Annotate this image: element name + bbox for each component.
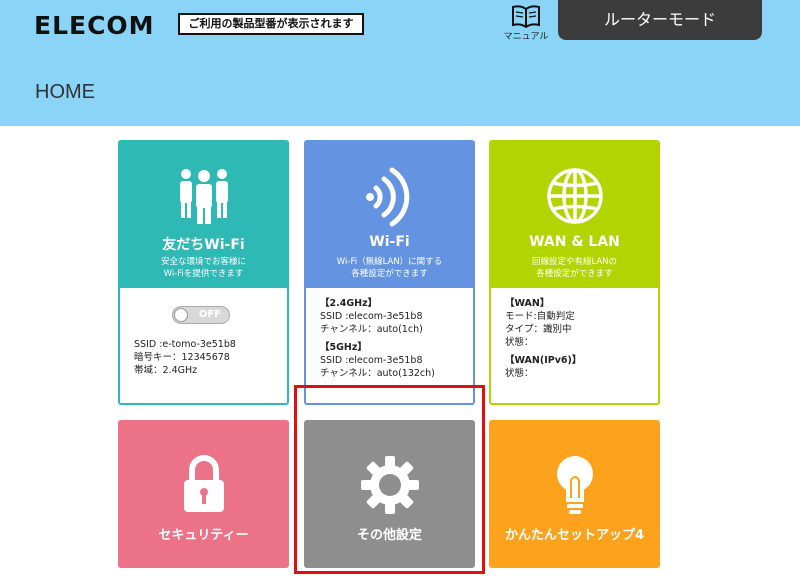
wifi-info: 【2.4GHz】 SSID :elecom-3e51b8 チャンネル：auto(… [306,288,473,403]
card-description: Wi-Fi（無線LAN）に関する 各種設定ができます [306,256,473,280]
wan-status: 状態： [505,337,534,348]
band5-heading: 【5GHz】 [320,342,367,353]
friends-key: 暗号キー：12345678 [134,352,230,363]
tile-label: その他設定 [356,528,422,543]
wan-lan-info: 【WAN】 モード:自動判定 タイプ：識別中 状態： 【WAN(IPv6)】 状… [491,288,658,403]
elecom-logo: ELECOM [34,11,155,40]
friends-wifi-card[interactable]: 友だちWi-Fi 安全な環境でお客様に Wi-Fiを提供できます OFF SSI… [118,140,289,405]
wan-type: タイプ：識別中 [505,324,572,335]
card-description-line: 各種設定ができます [351,269,428,279]
card-title: Wi-Fi [369,234,410,250]
model-notice: ご利用の製品型番が表示されます [178,13,364,35]
band24-ssid: SSID :elecom-3e51b8 [320,311,423,322]
card-description-line: 回線設定や有線LANの [531,257,618,267]
wan-lan-header[interactable]: WAN & LAN 回線設定や有線LANの 各種設定ができます [491,142,658,288]
card-description-line: 安全な環境でお客様に [160,257,246,267]
tile-label: セキュリティー [158,528,249,543]
other-settings-tile[interactable]: その他設定 [304,420,475,568]
friends-wifi-toggle[interactable]: OFF [172,306,230,324]
toggle-knob [174,308,188,322]
gear-icon [360,456,419,514]
manual-button[interactable]: マニュアル [502,4,550,44]
book-icon [512,5,540,28]
header-bar: ELECOM ご利用の製品型番が表示されます マニュアル ルーターモード HOM… [0,0,800,126]
wan-heading: 【WAN】 [505,298,550,309]
page-title: HOME [35,81,95,103]
card-title: WAN & LAN [529,234,620,250]
card-description: 回線設定や有線LANの 各種設定ができます [491,256,658,280]
friends-wifi-header[interactable]: 友だちWi-Fi 安全な環境でお客様に Wi-Fiを提供できます [120,142,287,288]
easy-setup-tile[interactable]: かんたんセットアップ4 [489,420,660,568]
tile-label: かんたんセットアップ4 [504,528,645,543]
wan-lan-card[interactable]: WAN & LAN 回線設定や有線LANの 各種設定ができます 【WAN】 モー… [489,140,660,405]
people-icon [179,169,228,224]
globe-icon [546,168,603,224]
ipv6-heading: 【WAN(IPv6)】 [505,355,582,366]
lightbulb-icon [556,456,593,514]
ipv6-status: 状態： [505,368,534,379]
wifi-card[interactable]: Wi-Fi Wi-Fi（無線LAN）に関する 各種設定ができます 【2.4GHz… [304,140,475,405]
friends-ssid: SSID :e-tomo-3e51b8 [134,339,236,350]
friends-band: 帯域：2.4GHz [134,365,198,376]
card-description-line: Wi-Fi（無線LAN）に関する [336,257,443,267]
lock-icon [183,455,224,512]
wifi-header[interactable]: Wi-Fi Wi-Fi（無線LAN）に関する 各種設定ができます [306,142,473,288]
friends-wifi-info: OFF SSID :e-tomo-3e51b8 暗号キー：12345678 帯域… [120,288,287,403]
card-title: 友だちWi-Fi [162,237,245,253]
toggle-state: OFF [198,309,222,320]
router-mode-button[interactable]: ルーターモード [558,0,762,40]
manual-label: マニュアル [503,32,549,42]
band5-ssid: SSID :elecom-3e51b8 [320,355,423,366]
band24-channel: チャンネル：auto(1ch) [320,324,423,335]
card-description-line: 各種設定ができます [536,269,613,279]
wan-mode: モード:自動判定 [505,311,575,322]
band5-channel: チャンネル：auto(132ch) [320,368,435,379]
band24-heading: 【2.4GHz】 [320,298,378,309]
security-tile[interactable]: セキュリティー [118,420,289,568]
card-description: 安全な環境でお客様に Wi-Fiを提供できます [120,256,287,280]
wifi-signal-icon [365,167,409,227]
card-description-line: Wi-Fiを提供できます [163,269,244,279]
